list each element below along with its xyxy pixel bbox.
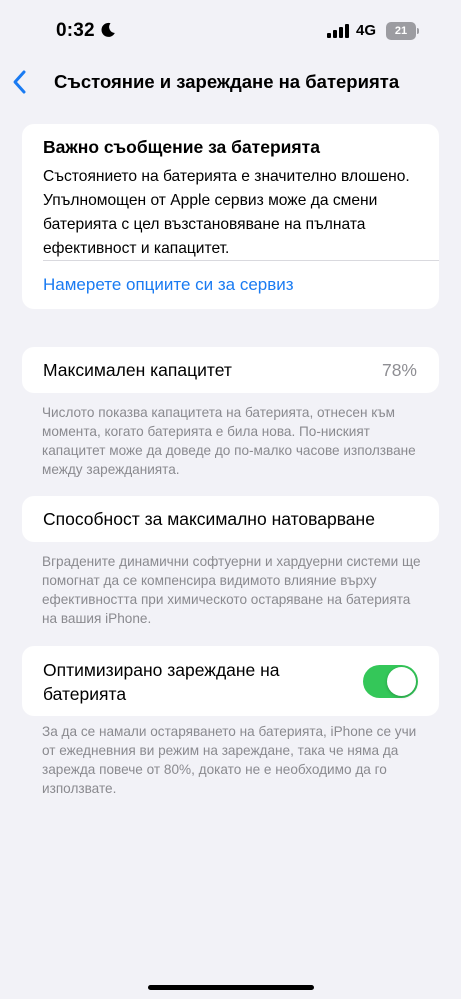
signal-icon [327,24,349,38]
divider [43,260,439,261]
peak-performance-label: Способност за максимално натоварване [43,509,375,529]
service-options-link[interactable]: Намерете опциите си за сервиз [43,275,294,295]
performance-footnote: Вградените динамични софтуерни и хардуер… [42,554,421,626]
battery-icon: 21 [386,22,420,40]
optimized-charging-row: Оптимизирано зареждане на батерията [22,646,439,716]
message-title: Важно съобщение за батерията [43,137,320,157]
message-body: Състоянието на батерията е значително вл… [43,168,410,257]
battery-level: 21 [386,22,416,40]
status-bar: 0:32 4G 21 [0,0,461,60]
max-capacity-row: Максимален капацитет 78% [22,347,439,393]
capacity-footnote: Числото показва капацитета на батерията,… [42,405,416,477]
optimized-charging-toggle[interactable] [363,665,418,698]
max-capacity-value: 78% [381,360,417,380]
optimized-charging-footnote: За да се намали остаряването на батерият… [42,724,417,796]
max-capacity-label: Максимален капацитет [43,360,232,380]
home-indicator[interactable] [148,985,314,990]
battery-cap [417,28,419,34]
optimized-charging-label: Оптимизирано зареждане на батерията [43,660,280,704]
moon-icon [101,22,115,37]
chevron-left-icon[interactable] [10,69,32,95]
status-time: 0:32 [56,20,95,41]
battery-message-card: Важно съобщение за батерията Състоянието… [22,124,439,309]
navigation-bar: Състояние и зареждане на батерията [0,60,461,104]
toggle-knob [387,667,416,696]
network-type: 4G [356,22,377,39]
peak-performance-row: Способност за максимално натоварване [22,496,439,542]
page-title: Състояние и зареждане на батерията [54,71,400,92]
